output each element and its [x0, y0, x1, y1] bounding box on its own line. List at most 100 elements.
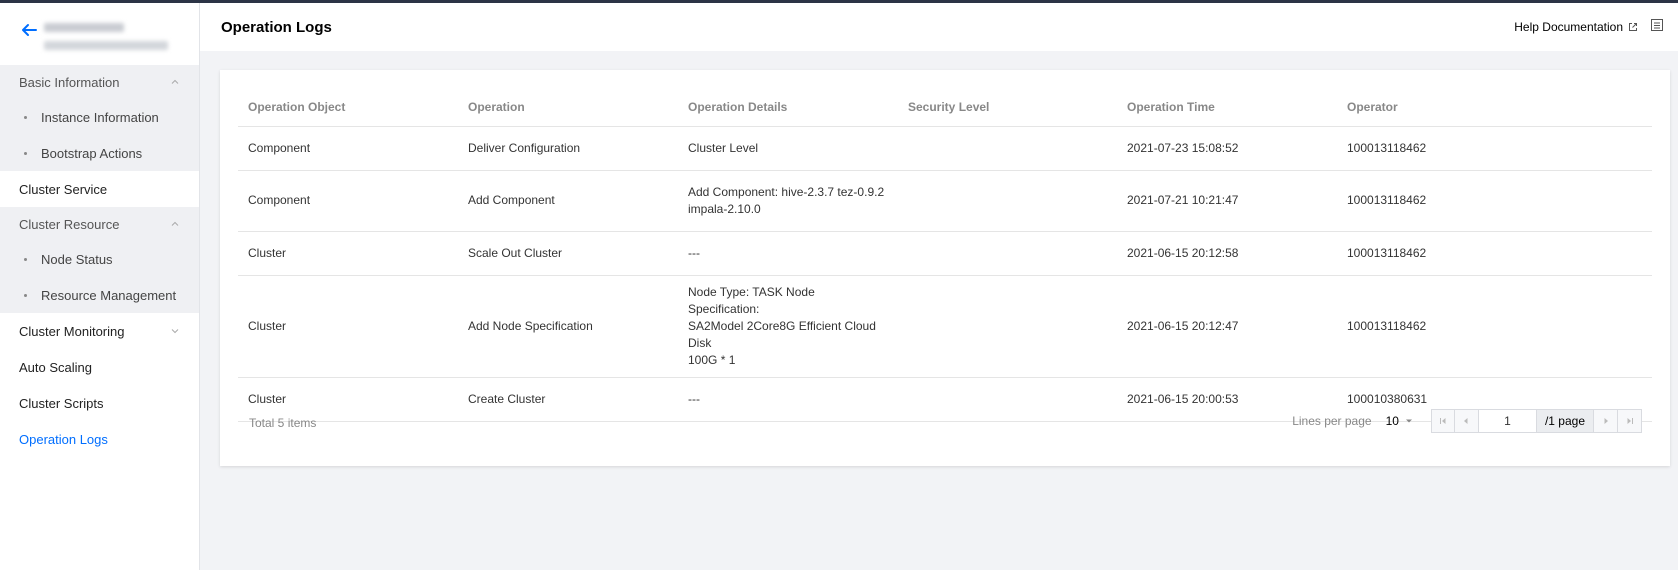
table-row: Cluster Add Node Specification Node Type… [238, 275, 1652, 378]
cell-details: Add Component: hive-2.3.7 tez-0.9.2 impa… [678, 170, 898, 232]
cell-operation: Create Cluster [458, 377, 678, 422]
sidebar-item-label: Operation Logs [19, 431, 108, 447]
sidebar-group-basic-information: Basic Information Instance Information B… [0, 65, 199, 171]
details-line: impala-2.10.0 [688, 201, 761, 216]
table-row: Cluster Scale Out Cluster --- 2021-06-15… [238, 231, 1652, 276]
total-items: Total 5 items [249, 416, 317, 430]
cell-details: --- [678, 231, 898, 276]
cell-time: 2021-06-15 20:12:58 [1117, 231, 1337, 276]
cell-object: Cluster [238, 275, 458, 378]
cell-time: 2021-07-21 10:21:47 [1117, 170, 1337, 232]
sidebar-item-auto-scaling[interactable]: Auto Scaling [0, 349, 199, 385]
chevron-up-icon [171, 221, 179, 226]
details-line: Node Type: TASK Node Specification: [688, 284, 815, 316]
sidebar-item-label: Instance Information [41, 109, 159, 125]
sidebar-item-label: Node Status [41, 251, 113, 267]
sidebar-group-label: Cluster Resource [19, 216, 120, 232]
table-row: Component Deliver Configuration Cluster … [238, 126, 1652, 171]
details-line: --- [688, 245, 700, 260]
operation-logs-table: Operation Object Operation Operation Det… [238, 88, 1652, 422]
last-page-button[interactable] [1618, 409, 1642, 433]
first-page-icon [1439, 418, 1446, 424]
cell-security [898, 275, 1117, 378]
sidebar-item-bootstrap-actions[interactable]: Bootstrap Actions [0, 135, 199, 171]
chevron-up-icon [171, 79, 179, 84]
sidebar-item-instance-information[interactable]: Instance Information [0, 99, 199, 135]
previous-page-button[interactable] [1454, 409, 1479, 433]
cell-operator: 100013118462 [1337, 275, 1652, 378]
cell-object: Cluster [238, 377, 458, 422]
details-line: Add Component: hive-2.3.7 tez-0.9.2 [688, 184, 885, 199]
column-header: Operation Time [1117, 88, 1337, 127]
external-link-icon [1629, 23, 1637, 31]
table-row: Component Add Component Add Component: h… [238, 170, 1652, 232]
details-line: SA2Model 2Core8G Efficient Cloud Disk [688, 318, 876, 350]
cell-operator: 100013118462 [1337, 231, 1652, 276]
cell-security [898, 126, 1117, 171]
last-page-icon [1627, 418, 1633, 424]
sidebar-item-cluster-monitoring[interactable]: Cluster Monitoring [0, 313, 199, 349]
next-page-icon [1604, 418, 1608, 424]
panel-layout-icon[interactable] [1650, 18, 1664, 32]
page-number-input[interactable] [1478, 409, 1537, 433]
sidebar-group-cluster-resource: Cluster Resource Node Status Resource Ma… [0, 207, 199, 313]
redacted-instance-id [44, 41, 168, 50]
operation-logs-card: Operation Object Operation Operation Det… [220, 70, 1670, 466]
details-line: 100G * 1 [688, 352, 736, 367]
bullet-icon [24, 257, 27, 261]
sidebar-item-operation-logs[interactable]: Operation Logs [0, 421, 199, 457]
sidebar-group-header[interactable]: Basic Information [0, 65, 199, 99]
sidebar-item-label: Bootstrap Actions [41, 145, 143, 161]
sidebar-item-cluster-service[interactable]: Cluster Service [0, 171, 199, 207]
cell-operation: Add Node Specification [458, 275, 678, 378]
bullet-icon [24, 115, 27, 119]
column-header: Operation Details [678, 88, 898, 127]
cell-object: Component [238, 126, 458, 171]
details-line: --- [688, 391, 700, 406]
pagination: Lines per page 10 /1 page [1292, 409, 1642, 433]
cell-time: 2021-07-23 15:08:52 [1117, 126, 1337, 171]
sidebar-item-label: Cluster Service [19, 181, 108, 197]
sidebar-item-cluster-scripts[interactable]: Cluster Scripts [0, 385, 199, 421]
cell-security [898, 231, 1117, 276]
column-header: Operation [458, 88, 678, 127]
next-page-button[interactable] [1594, 409, 1618, 433]
cell-time: 2021-06-15 20:12:47 [1117, 275, 1337, 378]
redacted-instance-name [44, 23, 124, 32]
cell-operator: 100013118462 [1337, 126, 1652, 171]
lines-per-page-label: Lines per page [1292, 414, 1372, 428]
cell-operation: Scale Out Cluster [458, 231, 678, 276]
sidebar-item-node-status[interactable]: Node Status [0, 241, 199, 277]
first-page-button[interactable] [1430, 409, 1455, 433]
lines-per-page-select[interactable]: 10 [1386, 414, 1413, 428]
bullet-icon [24, 151, 27, 155]
previous-page-icon [1464, 418, 1468, 424]
help-documentation-label: Help Documentation [1514, 20, 1623, 34]
cell-security [898, 377, 1117, 422]
sidebar-item-resource-management[interactable]: Resource Management [0, 277, 199, 313]
cell-operator: 100013118462 [1337, 170, 1652, 232]
column-header: Security Level [898, 88, 1117, 127]
cell-details: --- [678, 377, 898, 422]
column-header: Operator [1337, 88, 1652, 127]
help-documentation-link[interactable]: Help Documentation [1514, 20, 1638, 34]
column-header: Operation Object [238, 88, 458, 127]
lines-per-page-value: 10 [1385, 414, 1399, 428]
cell-details: Node Type: TASK Node Specification: SA2M… [678, 275, 898, 378]
chevron-down-icon [171, 329, 179, 334]
cell-operation: Add Component [458, 170, 678, 232]
page-title: Operation Logs [221, 19, 332, 36]
sidebar-header [0, 3, 199, 65]
cell-operation: Deliver Configuration [458, 126, 678, 171]
table-header-row: Operation Object Operation Operation Det… [238, 88, 1652, 127]
back-arrow-icon[interactable] [20, 21, 38, 39]
page-header: Operation Logs Help Documentation [200, 3, 1678, 51]
sidebar-group-header[interactable]: Cluster Resource [0, 207, 199, 241]
sidebar-item-label: Cluster Monitoring [19, 323, 125, 339]
sidebar-item-label: Auto Scaling [19, 359, 92, 375]
cell-object: Component [238, 170, 458, 232]
cell-security [898, 170, 1117, 232]
cell-details: Cluster Level [678, 126, 898, 171]
caret-down-icon [1405, 419, 1412, 423]
sidebar-item-label: Cluster Scripts [19, 395, 104, 411]
